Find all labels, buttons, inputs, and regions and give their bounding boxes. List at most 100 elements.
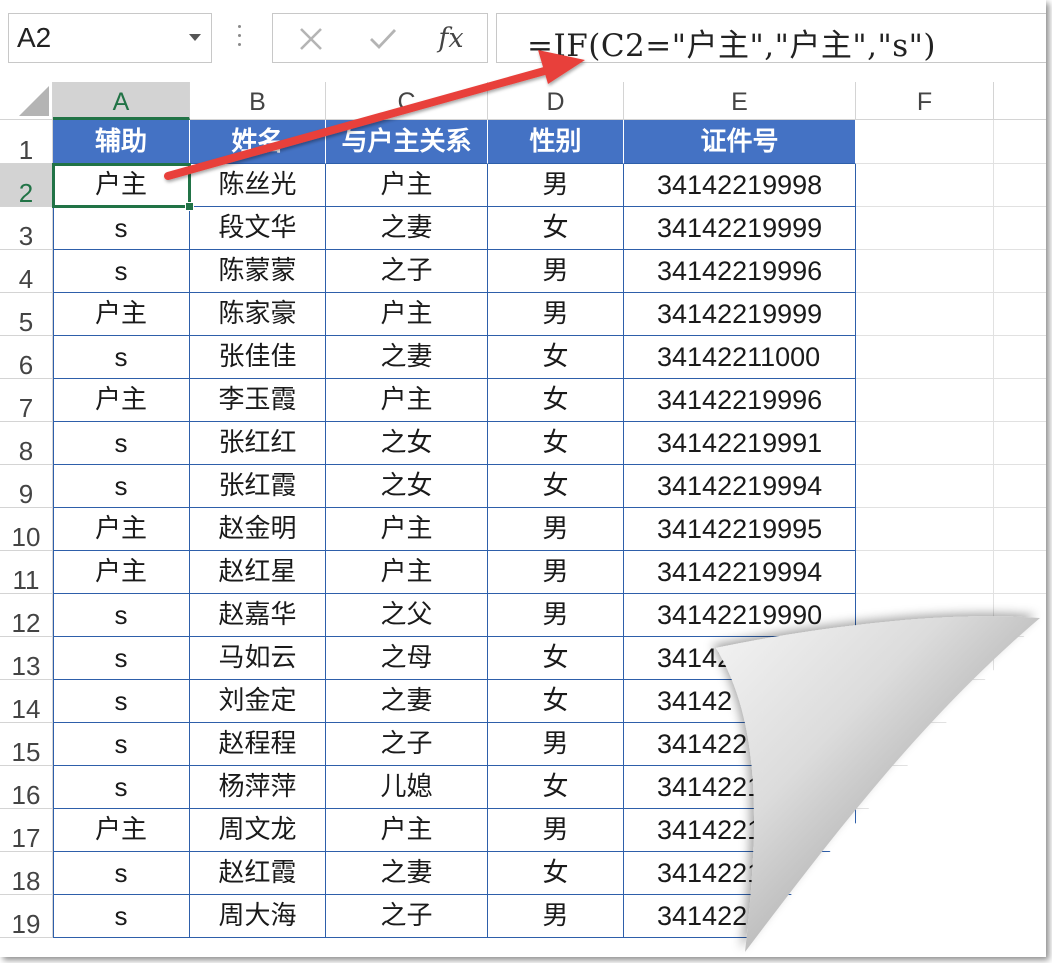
table-cell[interactable]: 之子	[326, 250, 488, 293]
empty-cell[interactable]	[856, 164, 994, 207]
row-header-11[interactable]: 11	[0, 551, 53, 595]
empty-cell[interactable]	[994, 250, 1046, 293]
select-all-corner[interactable]	[0, 82, 53, 120]
table-cell[interactable]: s	[53, 852, 190, 895]
table-cell[interactable]: 男	[488, 723, 624, 766]
empty-cell[interactable]	[994, 379, 1046, 422]
column-header-d[interactable]: D	[488, 82, 624, 120]
empty-cell[interactable]	[856, 379, 994, 422]
table-cell[interactable]: 之子	[326, 895, 488, 938]
empty-cell[interactable]	[856, 250, 994, 293]
row-header-7[interactable]: 7	[0, 379, 53, 423]
table-cell[interactable]: s	[53, 465, 190, 508]
table-cell[interactable]: 男	[488, 508, 624, 551]
empty-cell[interactable]	[856, 336, 994, 379]
table-cell[interactable]: 户主	[326, 551, 488, 594]
table-cell[interactable]: 341422	[624, 723, 856, 766]
row-header-13[interactable]: 13	[0, 637, 53, 681]
table-cell[interactable]: 女	[488, 852, 624, 895]
row-header-1[interactable]: 1	[0, 120, 53, 165]
empty-cell[interactable]	[994, 766, 1046, 809]
table-cell[interactable]: 3414221	[624, 766, 856, 809]
row-header-18[interactable]: 18	[0, 852, 53, 896]
table-cell[interactable]: 3414221	[624, 852, 856, 895]
table-cell[interactable]: 周文龙	[190, 809, 326, 852]
row-header-17[interactable]: 17	[0, 809, 53, 853]
insert-function-button[interactable]: fx	[431, 20, 471, 58]
table-cell[interactable]: 户主	[326, 379, 488, 422]
table-cell[interactable]: 段文华	[190, 207, 326, 250]
table-cell[interactable]: s	[53, 766, 190, 809]
table-cell[interactable]: s	[53, 594, 190, 637]
row-header-5[interactable]: 5	[0, 293, 53, 337]
table-cell[interactable]: 34142219994	[624, 465, 856, 508]
empty-cell[interactable]	[994, 120, 1046, 164]
empty-cell[interactable]	[856, 809, 994, 852]
table-cell[interactable]: 户主	[53, 809, 190, 852]
empty-cell[interactable]	[856, 508, 994, 551]
table-cell[interactable]: 女	[488, 766, 624, 809]
table-cell[interactable]: 赵金明	[190, 508, 326, 551]
header-cell[interactable]: 辅助	[53, 120, 190, 164]
table-cell[interactable]: 赵程程	[190, 723, 326, 766]
table-cell[interactable]: 女	[488, 680, 624, 723]
check-icon[interactable]	[363, 20, 403, 58]
table-cell[interactable]: 女	[488, 336, 624, 379]
table-cell[interactable]: 34142219999	[624, 293, 856, 336]
table-cell[interactable]: 赵红星	[190, 551, 326, 594]
empty-cell[interactable]	[856, 852, 994, 895]
table-cell[interactable]: 男	[488, 250, 624, 293]
table-cell[interactable]: 户主	[53, 164, 190, 207]
empty-cell[interactable]	[994, 465, 1046, 508]
empty-cell[interactable]	[994, 164, 1046, 207]
empty-cell[interactable]	[856, 293, 994, 336]
empty-cell[interactable]	[994, 637, 1046, 680]
row-header-3[interactable]: 3	[0, 207, 53, 251]
row-header-2[interactable]: 2	[0, 164, 53, 208]
table-cell[interactable]: s	[53, 723, 190, 766]
column-header-a[interactable]: A	[53, 82, 190, 120]
table-cell[interactable]: 户主	[53, 508, 190, 551]
row-header-19[interactable]: 19	[0, 895, 53, 939]
table-cell[interactable]: 户主	[326, 809, 488, 852]
table-cell[interactable]: 户主	[326, 164, 488, 207]
empty-cell[interactable]	[994, 723, 1046, 766]
table-cell[interactable]: 34142	[624, 680, 856, 723]
table-cell[interactable]: s	[53, 637, 190, 680]
empty-cell[interactable]	[856, 594, 994, 637]
column-header-c[interactable]: C	[326, 82, 488, 120]
row-header-14[interactable]: 14	[0, 680, 53, 724]
column-header-blank[interactable]	[994, 82, 1046, 120]
row-header-16[interactable]: 16	[0, 766, 53, 810]
table-cell[interactable]: 34142219991	[624, 422, 856, 465]
empty-cell[interactable]	[994, 336, 1046, 379]
table-cell[interactable]: 34142	[624, 637, 856, 680]
empty-cell[interactable]	[856, 207, 994, 250]
table-cell[interactable]: 张红霞	[190, 465, 326, 508]
row-header-10[interactable]: 10	[0, 508, 53, 552]
empty-cell[interactable]	[994, 551, 1046, 594]
table-cell[interactable]: 女	[488, 637, 624, 680]
table-cell[interactable]: 男	[488, 164, 624, 207]
chevron-down-icon[interactable]	[189, 34, 201, 41]
table-cell[interactable]: s	[53, 895, 190, 938]
table-cell[interactable]: 34142219999	[624, 207, 856, 250]
empty-cell[interactable]	[994, 422, 1046, 465]
table-cell[interactable]: 之女	[326, 465, 488, 508]
table-cell[interactable]: 之妻	[326, 680, 488, 723]
empty-cell[interactable]	[994, 895, 1046, 938]
table-cell[interactable]: 户主	[53, 379, 190, 422]
table-cell[interactable]: s	[53, 250, 190, 293]
row-header-9[interactable]: 9	[0, 465, 53, 509]
empty-cell[interactable]	[994, 852, 1046, 895]
table-cell[interactable]: 周大海	[190, 895, 326, 938]
column-header-e[interactable]: E	[624, 82, 856, 120]
table-cell[interactable]: 之妻	[326, 852, 488, 895]
header-cell[interactable]: 与户主关系	[326, 120, 488, 164]
table-cell[interactable]: 赵红霞	[190, 852, 326, 895]
empty-cell[interactable]	[856, 637, 994, 680]
empty-cell[interactable]	[994, 508, 1046, 551]
empty-cell[interactable]	[994, 594, 1046, 637]
empty-cell[interactable]	[994, 207, 1046, 250]
row-header-8[interactable]: 8	[0, 422, 53, 466]
